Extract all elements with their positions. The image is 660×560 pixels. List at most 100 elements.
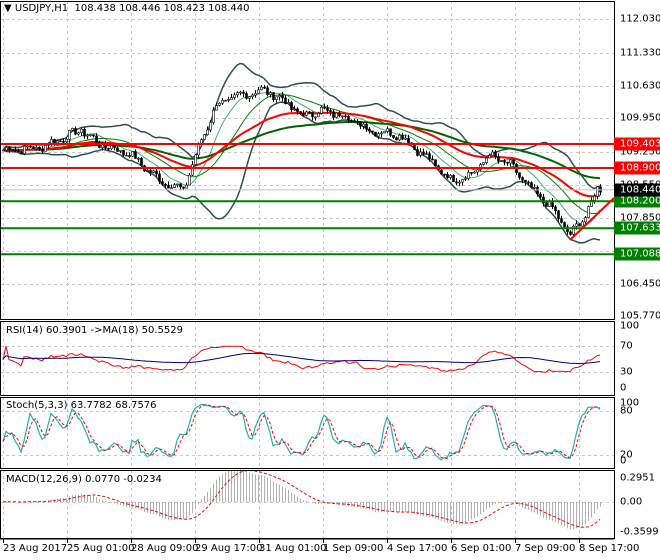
candle — [527, 181, 530, 184]
candle — [80, 128, 83, 134]
candle — [545, 202, 548, 207]
candle — [245, 93, 248, 99]
candle — [317, 112, 320, 118]
candle — [68, 129, 71, 140]
slow-ma-green-line — [2, 121, 601, 180]
candle — [557, 210, 560, 219]
candle — [416, 149, 419, 156]
candle — [467, 172, 470, 179]
candle — [332, 111, 335, 118]
price-axis-label: 111.330 — [620, 47, 660, 59]
candle — [221, 99, 224, 104]
candle — [119, 149, 122, 152]
candle — [470, 172, 473, 174]
candle — [137, 157, 140, 160]
chart-window[interactable]: ▼ USDJPY,H1 108.438 108.446 108.423 108.… — [0, 0, 660, 560]
candle — [179, 183, 182, 188]
candle — [212, 109, 215, 123]
candle — [524, 179, 527, 183]
candle — [356, 120, 359, 123]
candle — [275, 96, 278, 100]
candle — [506, 161, 509, 164]
candle — [497, 156, 500, 162]
time-axis-label: 8 Sep 17:00 — [579, 543, 640, 554]
candle — [305, 111, 308, 116]
candle — [482, 162, 485, 165]
candle — [371, 130, 374, 133]
candle — [458, 181, 461, 184]
candle — [161, 181, 164, 185]
candle — [377, 133, 380, 137]
candle — [446, 173, 449, 178]
candle — [134, 151, 137, 159]
candle — [266, 87, 269, 95]
candle — [374, 131, 377, 137]
candle — [587, 206, 590, 218]
candle — [230, 97, 233, 100]
candle — [344, 115, 347, 118]
rsi-axis-label: 70 — [620, 340, 633, 352]
candle — [89, 134, 92, 137]
candle — [71, 128, 74, 131]
collapse-triangle-icon[interactable]: ▼ — [4, 3, 15, 14]
candle — [254, 93, 257, 96]
candle — [284, 97, 287, 104]
candle — [326, 107, 329, 111]
candle — [182, 186, 185, 189]
candle — [233, 94, 236, 98]
candle — [296, 108, 299, 112]
candle — [530, 182, 533, 188]
stoch-axis-label: 0 — [620, 455, 627, 467]
candle — [503, 160, 506, 163]
candle — [83, 128, 86, 137]
candle — [311, 112, 314, 118]
candle — [86, 134, 89, 137]
candle — [224, 99, 227, 102]
candle — [584, 217, 587, 223]
candle — [263, 86, 266, 89]
candle — [125, 154, 128, 157]
candle — [197, 143, 200, 156]
rsi-line — [2, 345, 601, 373]
stoch-signal-line — [2, 404, 601, 459]
candle — [299, 111, 302, 114]
candle — [476, 169, 479, 173]
candle — [560, 218, 563, 223]
candle — [236, 92, 239, 96]
candle — [56, 140, 59, 144]
candle — [539, 193, 542, 198]
candle — [329, 110, 332, 113]
candle — [227, 99, 230, 101]
candle — [107, 147, 110, 150]
symbol-header[interactable]: ▼ USDJPY,H1 108.438 108.446 108.423 108.… — [4, 3, 249, 14]
candle — [401, 134, 404, 140]
candle — [485, 157, 488, 163]
candle — [44, 145, 47, 152]
candle — [383, 131, 386, 134]
candle — [407, 137, 410, 144]
current-price-tag: 108.440 — [614, 183, 660, 197]
rsi-axis-label: 0 — [620, 382, 627, 394]
time-axis-label: 1 Sep 09:00 — [323, 543, 384, 554]
candle — [581, 221, 584, 227]
candle — [110, 145, 113, 149]
candle — [281, 95, 284, 99]
candle — [425, 153, 428, 155]
candle — [26, 145, 29, 148]
candle — [2, 149, 5, 152]
candle — [461, 179, 464, 183]
candle — [596, 186, 599, 197]
candle — [302, 113, 305, 116]
candle — [593, 195, 596, 201]
candle — [563, 222, 566, 228]
time-axis-label: 28 Aug 09:00 — [131, 543, 199, 554]
candle — [188, 174, 191, 186]
candle — [323, 107, 326, 109]
candle — [62, 141, 65, 143]
candle — [362, 123, 365, 127]
candle — [350, 119, 353, 122]
candle — [95, 135, 98, 143]
candle — [353, 120, 356, 122]
rsi-axis-label: 30 — [620, 366, 633, 378]
candle — [554, 206, 557, 212]
